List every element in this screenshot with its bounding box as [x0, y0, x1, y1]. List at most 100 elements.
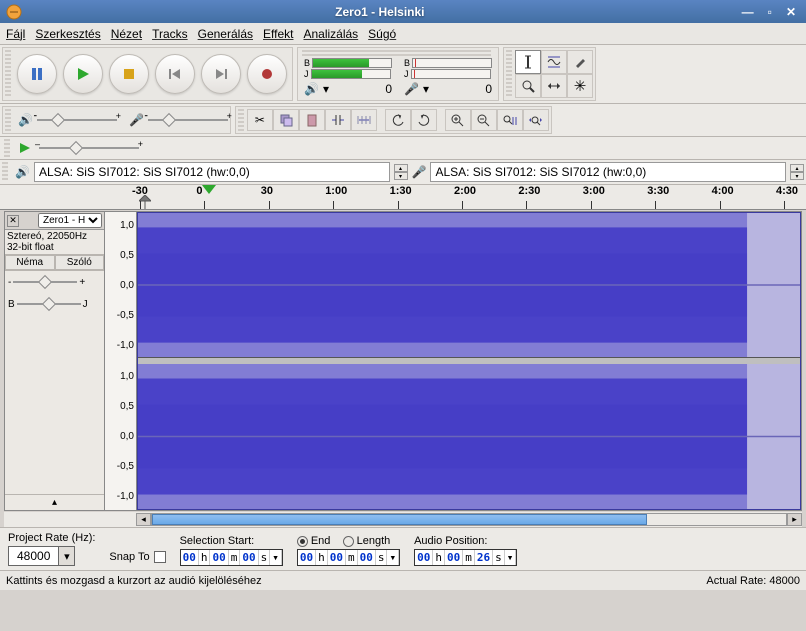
undo-button[interactable]: [385, 109, 411, 131]
track-gain-slider[interactable]: [13, 275, 77, 289]
selection-tool[interactable]: [515, 50, 541, 74]
track-collapse-button[interactable]: ▴: [5, 494, 104, 510]
track-menu[interactable]: Zero1 - He: [38, 213, 102, 228]
toolbar-row-2: 🔊 ⁃+ 🎤 ⁃+ ✂: [0, 104, 806, 137]
edit-toolbar: ✂: [235, 106, 552, 134]
draw-tool[interactable]: [567, 50, 593, 74]
device-toolbar: 🔊 ALSA: SiS SI7012: SiS SI7012 (hw:0,0) …: [0, 160, 806, 185]
transcription-toolbar: –+: [0, 137, 806, 160]
selection-start-field[interactable]: 00h00m00s▾: [180, 549, 283, 566]
pause-button[interactable]: [17, 54, 57, 94]
input-volume-slider[interactable]: ⁃+: [148, 113, 228, 127]
playback-device-combo[interactable]: ALSA: SiS SI7012: SiS SI7012 (hw:0,0): [34, 162, 390, 182]
record-device-spinner[interactable]: ▴▾: [790, 164, 804, 180]
scrollbar-thumb[interactable]: [152, 514, 647, 525]
menu-view[interactable]: Nézet: [111, 27, 142, 41]
snap-to-label: Snap To: [109, 551, 149, 563]
window-title: Zero1 - Helsinki: [28, 5, 732, 19]
cut-button[interactable]: ✂: [247, 109, 273, 131]
ruler-tick: -30: [132, 185, 148, 197]
meter-menu[interactable]: ▾: [423, 82, 429, 96]
ruler-tick: 4:00: [712, 185, 734, 197]
silence-button[interactable]: [351, 109, 377, 131]
audio-position-label: Audio Position:: [414, 535, 517, 547]
selection-end-field[interactable]: 00h00m00s▾: [297, 549, 400, 566]
waveform-display[interactable]: [137, 212, 801, 510]
speaker-icon: 🔊: [15, 165, 30, 179]
zoom-in-button[interactable]: [445, 109, 471, 131]
playback-speed-slider[interactable]: –+: [39, 141, 139, 155]
play-at-speed-button[interactable]: [19, 142, 33, 154]
speaker-icon: 🔊: [18, 113, 33, 127]
menu-help[interactable]: Súgó: [368, 27, 396, 41]
scroll-right-button[interactable]: ▸: [787, 513, 802, 526]
length-radio[interactable]: [343, 536, 354, 547]
menu-file[interactable]: Fájl: [6, 27, 25, 41]
timeshift-tool[interactable]: [541, 74, 567, 98]
tools-toolbar: ✳: [503, 47, 596, 101]
track-info: Sztereó, 22050Hz32-bit float: [5, 230, 104, 255]
redo-button[interactable]: [411, 109, 437, 131]
zoom-out-button[interactable]: [471, 109, 497, 131]
track-control-panel: ✕ Zero1 - He Sztereó, 22050Hz32-bit floa…: [5, 212, 105, 510]
horizontal-scrollbar[interactable]: ◂ ▸: [4, 512, 802, 527]
close-button[interactable]: ✕: [782, 5, 800, 19]
ruler-tick: 1:00: [325, 185, 347, 197]
fit-project-button[interactable]: [523, 109, 549, 131]
zoom-tool[interactable]: [515, 74, 541, 98]
skip-end-button[interactable]: [201, 54, 241, 94]
track-close-button[interactable]: ✕: [7, 215, 19, 227]
envelope-tool[interactable]: [541, 50, 567, 74]
app-icon: [6, 4, 22, 20]
ruler-tick: 1:30: [390, 185, 412, 197]
mic-icon: 🎤: [404, 82, 419, 96]
transport-toolbar: [2, 47, 293, 101]
menu-effect[interactable]: Effekt: [263, 27, 293, 41]
status-rate: Actual Rate: 48000: [706, 575, 800, 587]
project-rate-dropdown[interactable]: ▾: [59, 546, 75, 566]
meter-menu[interactable]: ▾: [323, 82, 329, 96]
trim-button[interactable]: [325, 109, 351, 131]
speaker-icon: 🔊: [304, 82, 319, 96]
meter-toolbar: B J 🔊 ▾ 0 B J 🎤 ▾ 0: [297, 47, 499, 101]
track-pan-slider[interactable]: [17, 297, 81, 311]
menubar: Fájl Szerkesztés Nézet Tracks Generálás …: [0, 23, 806, 45]
status-hint: Kattints és mozgasd a kurzort az audió k…: [6, 575, 262, 587]
output-volume-slider[interactable]: ⁃+: [37, 113, 117, 127]
project-rate-field[interactable]: 48000: [8, 546, 59, 566]
end-radio[interactable]: [297, 536, 308, 547]
record-button[interactable]: [247, 54, 287, 94]
multi-tool[interactable]: ✳: [567, 74, 593, 98]
mute-button[interactable]: Néma: [5, 255, 55, 270]
timeline-ruler[interactable]: -300301:001:302:002:303:003:304:004:30: [0, 185, 806, 210]
toolbar-row-1: B J 🔊 ▾ 0 B J 🎤 ▾ 0: [0, 45, 806, 104]
audio-position-field[interactable]: 00h00m26s▾: [414, 549, 517, 566]
menu-analyze[interactable]: Analizálás: [303, 27, 358, 41]
titlebar: Zero1 - Helsinki — ▫ ✕: [0, 0, 806, 23]
scroll-left-button[interactable]: ◂: [136, 513, 151, 526]
menu-generate[interactable]: Generálás: [198, 27, 253, 41]
record-device-combo[interactable]: ALSA: SiS SI7012: SiS SI7012 (hw:0,0): [430, 162, 786, 182]
paste-button[interactable]: [299, 109, 325, 131]
playback-meter[interactable]: B J 🔊 ▾ 0: [302, 56, 394, 98]
copy-button[interactable]: [273, 109, 299, 131]
record-meter[interactable]: B J 🎤 ▾ 0: [402, 56, 494, 98]
ruler-tick: 4:30: [776, 185, 798, 197]
stop-button[interactable]: [109, 54, 149, 94]
menu-tracks[interactable]: Tracks: [152, 27, 188, 41]
mixer-toolbar: 🔊 ⁃+ 🎤 ⁃+: [2, 106, 231, 134]
selection-toolbar: Project Rate (Hz): 48000 ▾ Snap To Selec…: [0, 527, 806, 570]
play-button[interactable]: [63, 54, 103, 94]
minimize-button[interactable]: —: [738, 5, 758, 19]
maximize-button[interactable]: ▫: [764, 5, 776, 19]
mic-icon: 🎤: [412, 165, 427, 179]
fit-selection-button[interactable]: [497, 109, 523, 131]
solo-button[interactable]: Szóló: [55, 255, 105, 270]
mic-icon: 🎤: [129, 113, 144, 127]
menu-edit[interactable]: Szerkesztés: [35, 27, 100, 41]
skip-start-button[interactable]: [155, 54, 195, 94]
playback-device-spinner[interactable]: ▴▾: [394, 164, 408, 180]
snap-to-checkbox[interactable]: [154, 551, 166, 563]
ruler-tick: 2:30: [518, 185, 540, 197]
selection-start-label: Selection Start:: [180, 535, 283, 547]
